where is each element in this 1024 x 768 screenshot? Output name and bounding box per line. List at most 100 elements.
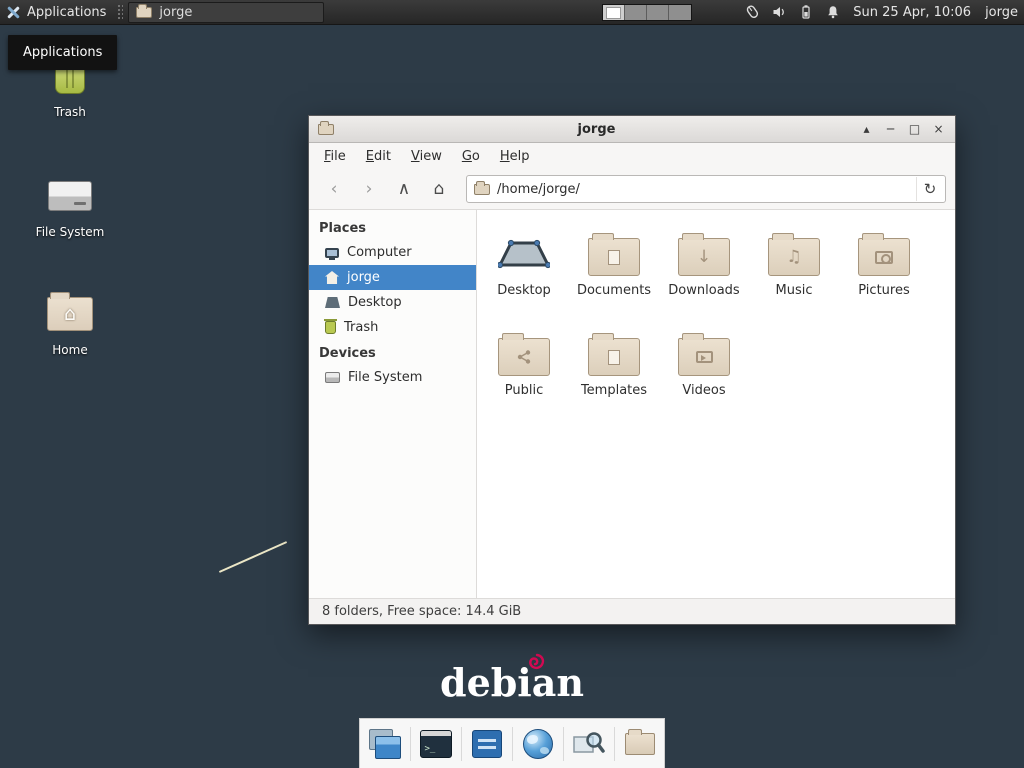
- menubar: File Edit View Go Help: [309, 143, 955, 169]
- document-emblem-icon: [608, 250, 620, 265]
- trash-icon: [325, 321, 336, 334]
- applications-menu-label: Applications: [27, 5, 106, 20]
- app-finder-icon[interactable]: [571, 725, 607, 763]
- file-manager-window: jorge ▴ ─ □ × File Edit View Go Help ‹ ›…: [308, 115, 956, 625]
- clock[interactable]: Sun 25 Apr, 10:06: [853, 5, 971, 20]
- dock-separator: [461, 727, 462, 761]
- reload-button[interactable]: ↻: [916, 177, 943, 201]
- applications-tooltip: Applications: [8, 35, 117, 70]
- sidebar-item-file-system[interactable]: File System: [309, 365, 476, 390]
- window-body: Places Computer jorge Desktop Trash: [309, 210, 955, 598]
- workspace-3[interactable]: [647, 5, 669, 20]
- menu-go[interactable]: Go: [452, 145, 490, 168]
- sidebar-item-trash[interactable]: Trash: [309, 315, 476, 340]
- console-icon[interactable]: [469, 725, 505, 763]
- folder-label: Templates: [581, 383, 647, 398]
- documents-folder-icon: [588, 238, 640, 276]
- file-manager-icon[interactable]: [622, 725, 658, 763]
- debian-logo: debian: [440, 660, 584, 705]
- workspace-1[interactable]: [603, 5, 625, 20]
- workspace-4[interactable]: [669, 5, 691, 20]
- folder-label: Public: [505, 383, 543, 398]
- sidebar-item-label: jorge: [347, 270, 380, 285]
- share-emblem-icon: [516, 349, 532, 365]
- sidebar-item-computer[interactable]: Computer: [309, 240, 476, 265]
- window-folder-icon: [318, 124, 334, 135]
- sidebar-item-desktop[interactable]: Desktop: [309, 290, 476, 315]
- template-emblem-icon: [608, 350, 620, 365]
- music-note-emblem-icon: ♫: [786, 249, 801, 266]
- workspace-2[interactable]: [625, 5, 647, 20]
- desktop-icon-label: File System: [28, 225, 112, 239]
- close-button[interactable]: ×: [931, 123, 946, 135]
- sidebar-item-jorge[interactable]: jorge: [309, 265, 476, 290]
- user-home-icon: [325, 271, 339, 284]
- path-folder-icon: [474, 184, 490, 195]
- downloads-folder-icon: ↓: [678, 238, 730, 276]
- panel-handle: [117, 4, 123, 20]
- drive-icon: [325, 372, 340, 383]
- folder-grid: Desktop Documents ↓ Downloads ♫ Music: [479, 222, 939, 422]
- folder-label: Videos: [682, 383, 725, 398]
- folder-item-templates[interactable]: Templates: [569, 322, 659, 422]
- terminal-icon[interactable]: [418, 725, 454, 763]
- menu-view[interactable]: View: [401, 145, 452, 168]
- desktop-icon-home[interactable]: ⌂ Home: [28, 290, 112, 357]
- desktop-icon-label: Home: [28, 343, 112, 357]
- folder-item-videos[interactable]: Videos: [659, 322, 749, 422]
- menu-file[interactable]: File: [314, 145, 356, 168]
- volume-icon[interactable]: [771, 4, 787, 20]
- public-folder-icon: [498, 338, 550, 376]
- folder-item-desktop[interactable]: Desktop: [479, 222, 569, 322]
- maximize-button[interactable]: □: [907, 123, 922, 135]
- minimize-button[interactable]: ─: [883, 123, 898, 135]
- menu-edit[interactable]: Edit: [356, 145, 401, 168]
- taskbar-button-jorge[interactable]: jorge: [128, 2, 324, 23]
- folder-item-pictures[interactable]: Pictures: [839, 222, 929, 322]
- window-controls: ▴ ─ □ ×: [859, 123, 946, 135]
- show-desktop-icon[interactable]: [367, 725, 403, 763]
- back-button[interactable]: ‹: [318, 175, 350, 203]
- up-button[interactable]: ∧: [388, 175, 420, 203]
- devices-header: Devices: [309, 340, 476, 365]
- desktop-icon-label: Trash: [28, 105, 112, 119]
- menu-help[interactable]: Help: [490, 145, 540, 168]
- desktop[interactable]: Applications jorge Sun 25 Apr, 10:06 jor…: [0, 0, 1024, 768]
- workspace-pager[interactable]: [602, 4, 692, 21]
- folder-label: Downloads: [668, 283, 739, 298]
- folder-item-public[interactable]: Public: [479, 322, 569, 422]
- camera-emblem-icon: [875, 251, 893, 264]
- download-arrow-emblem-icon: ↓: [697, 249, 711, 266]
- touchpad-icon[interactable]: [744, 4, 760, 20]
- folder-item-music[interactable]: ♫ Music: [749, 222, 839, 322]
- notifications-icon[interactable]: [825, 4, 841, 20]
- sidebar-item-label: Trash: [344, 320, 378, 335]
- debian-logo-text: debian: [440, 660, 584, 705]
- window-titlebar[interactable]: jorge ▴ ─ □ ×: [309, 116, 955, 143]
- top-panel: Applications jorge Sun 25 Apr, 10:06 jor…: [0, 0, 1024, 25]
- home-button[interactable]: ⌂: [423, 175, 455, 203]
- window-title: jorge: [342, 122, 851, 137]
- applications-menu-icon: [6, 5, 21, 20]
- folder-label: Music: [776, 283, 813, 298]
- sidebar-item-label: Computer: [347, 245, 412, 260]
- panel-username[interactable]: jorge: [985, 5, 1018, 20]
- videos-folder-icon: [678, 338, 730, 376]
- path-input[interactable]: /home/jorge/: [497, 182, 909, 197]
- forward-button[interactable]: ›: [353, 175, 385, 203]
- debian-swirl-icon: [526, 652, 546, 672]
- folder-item-downloads[interactable]: ↓ Downloads: [659, 222, 749, 322]
- folder-icon: [136, 7, 152, 18]
- shade-button[interactable]: ▴: [859, 123, 874, 135]
- battery-icon[interactable]: [798, 4, 814, 20]
- dock-separator: [410, 727, 411, 761]
- dock-separator: [563, 727, 564, 761]
- desktop-icon-file-system[interactable]: File System: [28, 172, 112, 239]
- computer-icon: [325, 248, 339, 258]
- folder-view[interactable]: Desktop Documents ↓ Downloads ♫ Music: [477, 210, 955, 598]
- web-browser-icon[interactable]: [520, 725, 556, 763]
- folder-item-documents[interactable]: Documents: [569, 222, 659, 322]
- applications-menu-button[interactable]: Applications: [0, 0, 115, 24]
- path-bar[interactable]: /home/jorge/ ↻: [466, 175, 946, 203]
- toolbar: ‹ › ∧ ⌂ /home/jorge/ ↻: [309, 169, 955, 210]
